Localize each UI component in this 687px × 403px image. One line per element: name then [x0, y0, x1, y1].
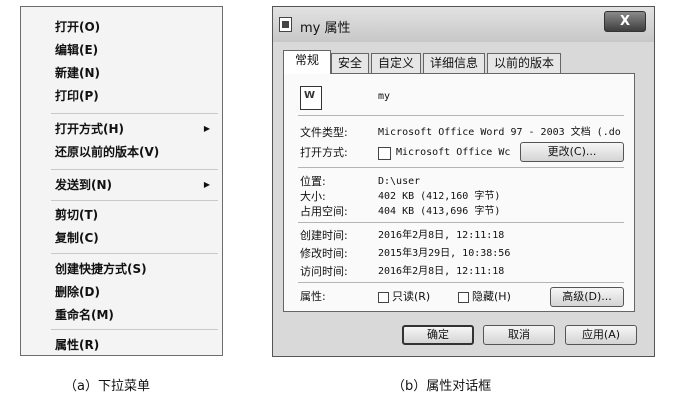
menu-item-new[interactable]: 新建(N) [55, 65, 100, 81]
menu-item-print[interactable]: 打印(P) [55, 88, 99, 104]
menu-item-properties[interactable]: 属性(R) [55, 337, 99, 353]
apply-button[interactable]: 应用(A) [565, 325, 637, 345]
divider [298, 282, 624, 283]
file-type-label: 文件类型: [300, 126, 348, 139]
office-app-icon [378, 147, 391, 160]
caption-left: （a）下拉菜单 [64, 379, 150, 394]
disk-size-value: 404 KB (413,696 字节) [378, 206, 501, 217]
menu-item-open[interactable]: 打开(O) [55, 19, 100, 35]
accessed-value: 2016年2月8日, 12:11:18 [378, 266, 505, 277]
tab-security[interactable]: 安全 [331, 53, 369, 73]
word-document-icon [300, 86, 322, 110]
accessed-label: 访问时间: [300, 265, 348, 278]
location-value: D:\user [378, 176, 421, 187]
tab-details[interactable]: 详细信息 [423, 53, 485, 73]
advanced-button[interactable]: 高级(D)... [550, 287, 624, 307]
submenu-arrow-icon: ▶ [203, 180, 210, 189]
tab-general[interactable]: 常规 [283, 50, 331, 74]
ok-button[interactable]: 确定 [402, 325, 474, 345]
context-menu: 打开(O) 编辑(E) 新建(N) 打印(P) 打开方式(H) ▶ 还原以前的版… [20, 6, 223, 356]
open-with-label: 打开方式: [300, 146, 348, 159]
properties-dialog: my 属性 X 常规 安全 自定义 详细信息 以前的版本 my 文件类型: Mi… [272, 6, 655, 357]
readonly-checkbox[interactable] [378, 292, 389, 303]
dialog-title: my 属性 [300, 21, 351, 36]
menu-separator [51, 200, 218, 201]
document-icon [279, 17, 292, 32]
size-value: 402 KB (412,160 字节) [378, 191, 501, 202]
menu-separator [51, 253, 218, 254]
menu-separator [51, 329, 218, 330]
menu-separator [51, 113, 218, 114]
tab-previous-versions[interactable]: 以前的版本 [487, 53, 561, 73]
created-value: 2016年2月8日, 12:11:18 [378, 230, 505, 241]
menu-item-send-to[interactable]: 发送到(N) [55, 177, 112, 193]
modified-value: 2015年3月29日, 10:38:56 [378, 248, 511, 259]
menu-item-restore-versions[interactable]: 还原以前的版本(V) [55, 144, 159, 160]
divider [298, 222, 624, 223]
filename-field[interactable]: my [378, 90, 390, 104]
menu-item-rename[interactable]: 重命名(M) [55, 307, 114, 323]
divider [298, 115, 624, 116]
menu-item-delete[interactable]: 删除(D) [55, 284, 100, 300]
tab-custom[interactable]: 自定义 [371, 53, 421, 73]
submenu-arrow-icon: ▶ [203, 124, 210, 133]
menu-item-create-shortcut[interactable]: 创建快捷方式(S) [55, 261, 147, 277]
title-bar[interactable]: my 属性 X [273, 7, 654, 42]
menu-item-cut[interactable]: 剪切(T) [55, 207, 98, 223]
location-label: 位置: [300, 175, 326, 188]
hidden-checkbox[interactable] [458, 292, 469, 303]
attributes-label: 属性: [300, 290, 326, 303]
open-with-value: Microsoft Office Wc [396, 147, 511, 158]
created-label: 创建时间: [300, 229, 348, 242]
size-label: 大小: [300, 190, 326, 203]
file-type-value: Microsoft Office Word 97 - 2003 文档 (.do [378, 127, 621, 138]
divider [298, 167, 624, 168]
readonly-label[interactable]: 只读(R) [392, 290, 430, 304]
cancel-button[interactable]: 取消 [483, 325, 555, 345]
hidden-label[interactable]: 隐藏(H) [472, 290, 511, 304]
caption-right: （b）属性对话框 [392, 379, 492, 394]
menu-item-open-with[interactable]: 打开方式(H) [55, 121, 225, 137]
menu-separator [51, 169, 218, 170]
general-panel: my 文件类型: Microsoft Office Word 97 - 2003… [283, 73, 635, 312]
change-button[interactable]: 更改(C)... [520, 142, 624, 162]
menu-item-edit[interactable]: 编辑(E) [55, 42, 98, 58]
close-button[interactable]: X [604, 11, 646, 32]
menu-item-copy[interactable]: 复制(C) [55, 230, 99, 246]
modified-label: 修改时间: [300, 247, 348, 260]
disk-size-label: 占用空间: [300, 205, 348, 218]
menu-item-label: 打开方式(H) [55, 122, 125, 136]
